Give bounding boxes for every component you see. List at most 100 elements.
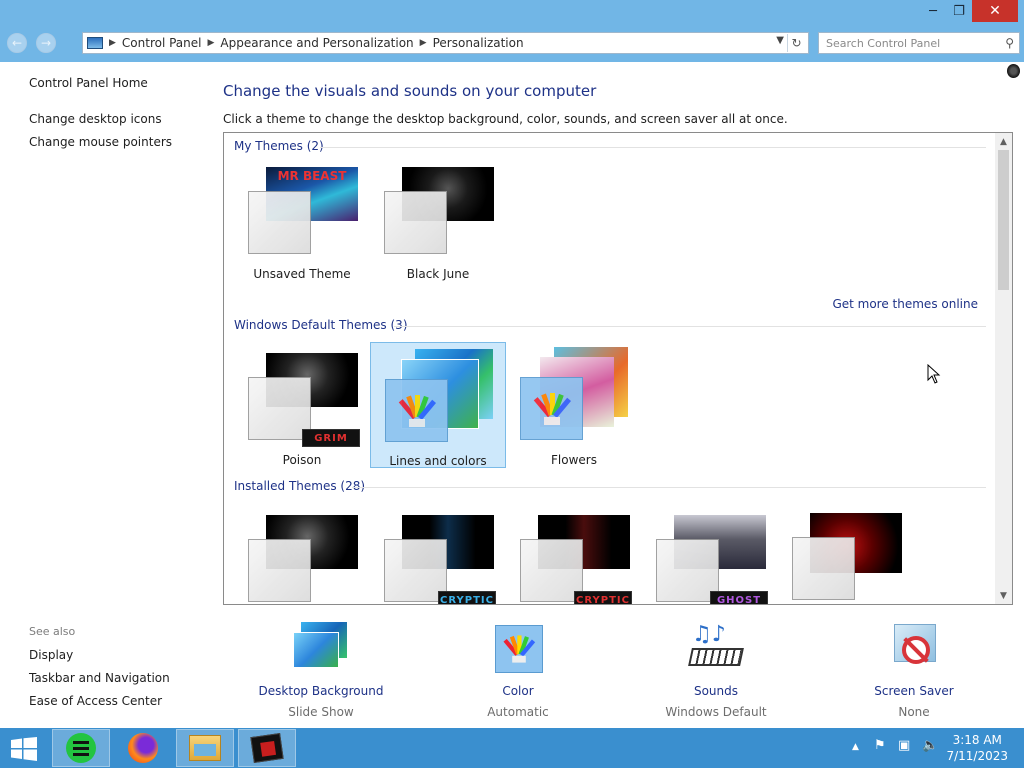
- divider: [394, 326, 986, 327]
- chevron-right-icon: ▶: [207, 38, 215, 48]
- chevron-down-icon[interactable]: ▼: [776, 35, 784, 46]
- title-bar: ─ ❐ ✕: [0, 0, 1024, 24]
- volume-icon[interactable]: 🔈: [922, 738, 938, 753]
- chevron-right-icon: ▶: [109, 38, 116, 48]
- setting-value: None: [898, 705, 930, 719]
- folder-icon: [189, 735, 221, 761]
- action-center-flag-icon[interactable]: ⚑: [874, 738, 886, 753]
- get-more-themes-link[interactable]: Get more themes online: [832, 297, 978, 311]
- sounds-setting[interactable]: ♫♪ Sounds Windows Default: [641, 622, 791, 719]
- setting-value: Slide Show: [288, 705, 354, 719]
- scrollbar-thumb[interactable]: [998, 150, 1009, 290]
- firefox-icon: [128, 733, 158, 763]
- show-hidden-icons[interactable]: ▲: [852, 742, 859, 752]
- desktop-background-icon: [291, 622, 351, 674]
- theme-label: Unsaved Theme: [253, 267, 351, 281]
- close-button[interactable]: ✕: [972, 0, 1018, 22]
- back-button[interactable]: ←: [7, 33, 27, 53]
- taskbar-notes-app[interactable]: [52, 729, 110, 767]
- theme-logo: GRIM: [302, 429, 360, 447]
- color-swatch: [792, 537, 855, 600]
- refresh-icon[interactable]: ↻: [787, 34, 805, 52]
- chevron-right-icon: ▶: [419, 38, 427, 48]
- system-clock[interactable]: 3:18 AM 7/11/2023: [946, 732, 1008, 764]
- notes-app-icon: [66, 733, 96, 763]
- theme-black-june[interactable]: Black June: [370, 155, 506, 281]
- start-button[interactable]: [10, 737, 38, 761]
- screen-saver-setting[interactable]: Screen Saver None: [839, 622, 989, 719]
- palette-icon: [533, 392, 571, 425]
- setting-name[interactable]: Desktop Background: [246, 684, 396, 698]
- breadcrumb-control-panel[interactable]: Control Panel: [122, 36, 202, 50]
- desktop-background-setting[interactable]: Desktop Background Slide Show: [246, 622, 396, 719]
- maximize-button[interactable]: ❐: [946, 0, 972, 22]
- setting-name[interactable]: Color: [443, 684, 593, 698]
- theme-installed-1[interactable]: [234, 503, 370, 604]
- minimize-button[interactable]: ─: [920, 0, 946, 22]
- taskbar-firefox[interactable]: [114, 729, 172, 767]
- forward-button[interactable]: →: [36, 33, 56, 53]
- theme-lines-and-colors[interactable]: Lines and colors: [370, 342, 506, 468]
- breadcrumb-appearance[interactable]: Appearance and Personalization: [220, 36, 413, 50]
- theme-label: Poison: [282, 453, 322, 467]
- color-swatch: [520, 377, 583, 440]
- user-avatar[interactable]: [1007, 64, 1020, 78]
- taskbar-personalization[interactable]: [238, 729, 296, 767]
- group-title-my-themes: My Themes (2): [234, 139, 324, 153]
- theme-logo: GHOST: [710, 591, 768, 604]
- divider: [320, 147, 986, 148]
- setting-name[interactable]: Screen Saver: [839, 684, 989, 698]
- search-box[interactable]: ⚲: [818, 32, 1020, 54]
- see-also-label: See also: [29, 625, 76, 638]
- theme-poison[interactable]: GRIM Poison: [234, 341, 370, 467]
- network-icon[interactable]: ▣: [898, 738, 910, 753]
- theme-flowers[interactable]: Flowers: [506, 341, 642, 467]
- theme-label: Flowers: [551, 453, 597, 467]
- palette-icon: [398, 394, 436, 427]
- theme-list-scrollbar[interactable]: ▲ ▼: [995, 133, 1012, 604]
- group-title-default-themes: Windows Default Themes (3): [234, 318, 408, 332]
- clock-date: 7/11/2023: [946, 749, 1008, 763]
- windows-logo-icon: [11, 737, 37, 761]
- scroll-down-icon[interactable]: ▼: [995, 587, 1012, 604]
- color-swatch: [248, 539, 311, 602]
- sounds-icon: ♫♪: [686, 622, 746, 674]
- theme-unsaved[interactable]: MR BEAST Unsaved Theme: [234, 155, 370, 281]
- group-title-installed-themes: Installed Themes (28): [234, 479, 366, 493]
- taskbar-file-explorer[interactable]: [176, 729, 234, 767]
- theme-installed-5[interactable]: [778, 501, 914, 604]
- color-setting[interactable]: Color Automatic: [443, 622, 593, 719]
- page-subtitle: Click a theme to change the desktop back…: [223, 112, 788, 126]
- color-swatch: [384, 191, 447, 254]
- search-icon[interactable]: ⚲: [1005, 36, 1014, 50]
- color-swatch: [385, 379, 448, 442]
- clock-time: 3:18 AM: [952, 733, 1002, 747]
- theme-logo: CRYPTIC: [438, 591, 496, 604]
- navigation-bar: ← → ▶ Control Panel ▶ Appearance and Per…: [0, 24, 1024, 62]
- thumbnail-text: MR BEAST: [277, 169, 347, 183]
- taskbar: ▲ ⚑ ▣ 🔈 3:18 AM 7/11/2023: [0, 728, 1024, 768]
- taskbar-navigation-link[interactable]: Taskbar and Navigation: [29, 671, 170, 685]
- theme-installed-2[interactable]: CRYPTIC: [370, 503, 506, 604]
- theme-installed-3[interactable]: CRYPTIC: [506, 503, 642, 604]
- theme-list: My Themes (2) MR BEAST Unsaved Theme Bla…: [223, 132, 1013, 605]
- display-link[interactable]: Display: [29, 648, 73, 662]
- theme-installed-4[interactable]: GHOST: [642, 503, 778, 604]
- ease-of-access-link[interactable]: Ease of Access Center: [29, 694, 162, 708]
- control-panel-icon: [87, 37, 103, 49]
- theme-label: Black June: [406, 267, 470, 281]
- change-mouse-pointers-link[interactable]: Change mouse pointers: [29, 135, 172, 149]
- address-bar[interactable]: ▶ Control Panel ▶ Appearance and Persona…: [82, 32, 809, 54]
- control-panel-home-link[interactable]: Control Panel Home: [29, 76, 148, 90]
- divider: [352, 487, 986, 488]
- mouse-cursor-icon: [927, 363, 941, 387]
- theme-label: Lines and colors: [389, 454, 487, 468]
- breadcrumb-personalization[interactable]: Personalization: [433, 36, 524, 50]
- setting-name[interactable]: Sounds: [641, 684, 791, 698]
- scroll-up-icon[interactable]: ▲: [995, 133, 1012, 150]
- screen-saver-icon: [884, 622, 944, 674]
- search-input[interactable]: [826, 36, 996, 50]
- change-desktop-icons-link[interactable]: Change desktop icons: [29, 112, 162, 126]
- setting-value: Automatic: [487, 705, 549, 719]
- page-title: Change the visuals and sounds on your co…: [223, 82, 597, 100]
